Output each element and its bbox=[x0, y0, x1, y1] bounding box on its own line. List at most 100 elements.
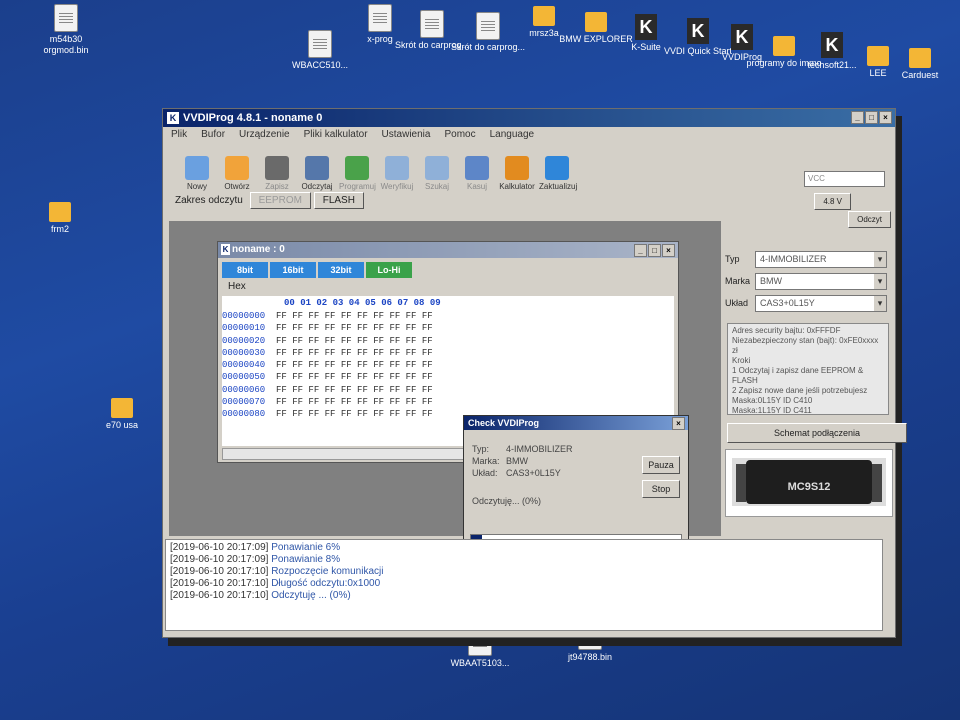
hex-window-title: noname : 0 bbox=[232, 244, 285, 255]
hex-row[interactable]: 00000010 FF FF FF FF FF FF FF FF FF FF bbox=[222, 322, 674, 334]
menu-item[interactable]: Language bbox=[490, 129, 535, 140]
info-line: Maska:0L15Y ID C410 bbox=[732, 396, 813, 405]
hex-window-controls: _ □ × bbox=[634, 244, 675, 257]
app-logo-icon: K bbox=[167, 112, 179, 124]
hex-view-tab[interactable]: 16bit bbox=[270, 262, 316, 278]
pause-button[interactable]: Pauza bbox=[642, 456, 680, 474]
toolbar-icon bbox=[505, 156, 529, 180]
toolbar-icon bbox=[425, 156, 449, 180]
log-timestamp: [2019-06-10 20:17:10] bbox=[170, 590, 269, 601]
typ-combo-value: 4-IMMOBILIZER bbox=[760, 254, 827, 264]
toolbar-button[interactable]: Odczytaj bbox=[299, 156, 335, 191]
menu-item[interactable]: Pliki kalkulator bbox=[304, 129, 368, 140]
menu-item[interactable]: Plik bbox=[171, 129, 187, 140]
menu-bar: Plik Bufor Urządzenie Pliki kalkulator Ustaw… bbox=[163, 127, 895, 143]
odczyt-button[interactable]: Odczyt bbox=[848, 211, 891, 228]
menu-item[interactable]: Bufor bbox=[201, 129, 225, 140]
toolbar-icon bbox=[265, 156, 289, 180]
chip-info-box[interactable]: Adres security bajtu: 0xFFFDF Niezabezpie… bbox=[727, 323, 889, 415]
window-titlebar[interactable]: K VVDIProg 4.8.1 - noname 0 _ □ × bbox=[163, 109, 895, 127]
hex-row[interactable]: 00000070 FF FF FF FF FF FF FF FF FF FF bbox=[222, 396, 674, 408]
log-entry: [2019-06-10 20:17:09] Ponawianie 6% bbox=[170, 542, 878, 554]
info-line: Adres security bajtu: 0xFFFDF bbox=[732, 326, 841, 335]
folder-icon bbox=[585, 12, 607, 32]
dialog-close-icon[interactable]: × bbox=[672, 417, 685, 430]
hex-maximize-icon[interactable]: □ bbox=[648, 244, 661, 257]
minimize-icon[interactable]: _ bbox=[851, 111, 864, 124]
menu-item[interactable]: Pomoc bbox=[444, 129, 475, 140]
hex-address: 00000030 bbox=[222, 347, 266, 358]
read-range-row: Zakres odczytu EEPROM FLASH 4.8 V Odczyt bbox=[163, 191, 895, 228]
toolbar-button-label: Nowy bbox=[186, 182, 207, 191]
desktop-icon-label: WBAAT5103... bbox=[450, 658, 510, 668]
file-icon bbox=[368, 4, 392, 32]
hex-row[interactable]: 00000000 FF FF FF FF FF FF FF FF FF FF bbox=[222, 310, 674, 322]
toolbar-button[interactable]: Weryfikuj bbox=[379, 156, 415, 191]
desktop-icon-label: e70 usa bbox=[105, 420, 139, 430]
toolbar-icon bbox=[545, 156, 569, 180]
connection-scheme-button[interactable]: Schemat podłączenia bbox=[727, 423, 907, 443]
log-panel[interactable]: [2019-06-10 20:17:09] Ponawianie 6% [2019… bbox=[165, 539, 883, 631]
desktop-icon[interactable]: Carduest bbox=[880, 42, 960, 81]
eeprom-button[interactable]: EEPROM bbox=[249, 192, 311, 209]
uklad-combo[interactable]: CAS3+0L15Y bbox=[755, 295, 887, 312]
marka-label: Marka bbox=[725, 276, 751, 286]
uklad-combo-value: CAS3+0L15Y bbox=[760, 298, 815, 308]
file-icon bbox=[476, 12, 500, 40]
toolbar-button[interactable]: Szukaj bbox=[419, 156, 455, 191]
flash-button[interactable]: FLASH bbox=[313, 192, 364, 209]
dialog-typ-label: Typ: bbox=[472, 444, 490, 454]
toolbar-button[interactable]: Nowy bbox=[179, 156, 215, 191]
dialog-titlebar[interactable]: Check VVDIProg × bbox=[464, 416, 688, 430]
hex-view-tab[interactable]: 8bit bbox=[222, 262, 268, 278]
menu-item[interactable]: Urządzenie bbox=[239, 129, 290, 140]
hex-view-tab[interactable]: 32bit bbox=[318, 262, 364, 278]
info-line: Maska:1L15Y ID C411 bbox=[732, 406, 812, 415]
desktop-icon[interactable]: frm2 bbox=[20, 196, 100, 235]
toolbar-button-label: Zaktualizuj bbox=[539, 182, 578, 191]
toolbar-button[interactable]: Zapisz bbox=[259, 156, 295, 191]
desktop-icon[interactable]: e70 usa bbox=[82, 392, 162, 431]
stop-button[interactable]: Stop bbox=[642, 480, 680, 498]
toolbar-button[interactable]: Kasuj bbox=[459, 156, 495, 191]
uklad-row: Układ CAS3+0L15Y bbox=[723, 293, 893, 315]
desktop-icon-label: Skrót do carprog... bbox=[450, 42, 526, 52]
hex-close-icon[interactable]: × bbox=[662, 244, 675, 257]
hex-address: 00000060 bbox=[222, 384, 266, 395]
toolbar-button[interactable]: Kalkulator bbox=[499, 156, 535, 191]
hex-column-header: 00 01 02 03 04 05 06 07 08 09 bbox=[222, 296, 674, 310]
hex-tab-row: 8bit 16bit 32bit Lo-Hi bbox=[218, 258, 678, 278]
desktop-icon[interactable]: m54b30 orgmod.bin bbox=[26, 4, 106, 56]
log-message: Rozpoczęcie komunikacji bbox=[271, 566, 384, 577]
hex-bytes: FF FF FF FF FF FF FF FF FF FF bbox=[276, 347, 433, 358]
hex-row[interactable]: 00000050 FF FF FF FF FF FF FF FF FF FF bbox=[222, 371, 674, 383]
dialog-marka-label: Marka: bbox=[472, 456, 500, 466]
hex-row[interactable]: 00000020 FF FF FF FF FF FF FF FF FF FF bbox=[222, 335, 674, 347]
menu-item[interactable]: Ustawienia bbox=[382, 129, 431, 140]
marka-combo[interactable]: BMW bbox=[755, 273, 887, 290]
uklad-label: Układ bbox=[725, 298, 749, 308]
hex-window-titlebar[interactable]: K noname : 0 _ □ × bbox=[218, 242, 678, 258]
toolbar-button[interactable]: Otwórz bbox=[219, 156, 255, 191]
close-icon[interactable]: × bbox=[879, 111, 892, 124]
hex-row[interactable]: 00000060 FF FF FF FF FF FF FF FF FF FF bbox=[222, 384, 674, 396]
hex-bytes: FF FF FF FF FF FF FF FF FF FF bbox=[276, 323, 433, 334]
hex-minimize-icon[interactable]: _ bbox=[634, 244, 647, 257]
hex-row[interactable]: 00000040 FF FF FF FF FF FF FF FF FF FF bbox=[222, 359, 674, 371]
toolbar-icon bbox=[185, 156, 209, 180]
file-icon bbox=[54, 4, 78, 32]
info-line: Niezabezpieczony stan (bajt): 0xFE0xxxx … bbox=[732, 336, 879, 355]
marka-row: Marka BMW bbox=[723, 271, 893, 293]
hex-view-tab[interactable]: Lo-Hi bbox=[366, 262, 412, 278]
toolbar-button[interactable]: Zaktualizuj bbox=[539, 156, 578, 191]
toolbar-button[interactable]: Programuj bbox=[339, 156, 376, 191]
hex-bytes: FF FF FF FF FF FF FF FF FF FF bbox=[276, 335, 433, 346]
voltage-label[interactable]: 4.8 V bbox=[814, 193, 851, 210]
maximize-icon[interactable]: □ bbox=[865, 111, 878, 124]
typ-combo[interactable]: 4-IMMOBILIZER bbox=[755, 251, 887, 268]
vcc-combo[interactable]: VCC bbox=[804, 171, 885, 187]
info-line: 1 Odczytaj i zapisz dane EEPROM & FLASH bbox=[732, 366, 864, 385]
desktop-icon-label: m54b30 orgmod.bin bbox=[43, 34, 89, 55]
dialog-marka-value: BMW bbox=[506, 456, 528, 466]
hex-row[interactable]: 00000030 FF FF FF FF FF FF FF FF FF FF bbox=[222, 347, 674, 359]
